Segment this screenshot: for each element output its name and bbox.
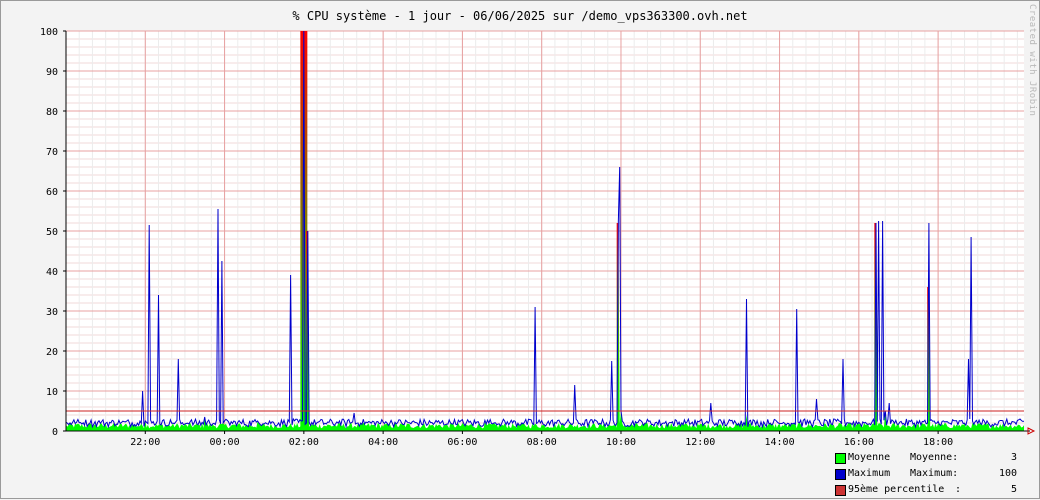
legend-item-percentile: 95ème percentile : 5 xyxy=(835,484,1025,500)
cpu-chart: 0 10 20 30 40 50 60 70 80 90 100 22:00 00:00 02:00 04… xyxy=(40,27,1036,448)
y-tick-label: 90 xyxy=(46,67,58,78)
y-tick-labels: 0 10 20 30 40 50 60 70 80 90 100 xyxy=(40,27,66,438)
legend-value: 5 xyxy=(1010,484,1017,495)
legend-swatch-percentile xyxy=(835,485,846,496)
legend: Moyenne Moyenne: 3 Maximum Maximum: 100 … xyxy=(835,452,1025,500)
y-tick-label: 0 xyxy=(52,427,58,438)
legend-name: 95ème percentile xyxy=(848,484,945,495)
legend-name: Maximum xyxy=(848,468,891,479)
y-tick-label: 60 xyxy=(46,187,58,198)
y-tick-label: 10 xyxy=(46,387,58,398)
legend-item-average: Moyenne Moyenne: 3 xyxy=(835,452,1025,468)
legend-label: Maximum: xyxy=(910,468,959,479)
legend-value: 3 xyxy=(1010,452,1017,463)
legend-swatch-maximum xyxy=(835,469,846,480)
legend-item-maximum: Maximum Maximum: 100 xyxy=(835,468,1025,484)
x-tick-label: 22:00 xyxy=(130,437,160,448)
y-tick-label: 70 xyxy=(46,147,58,158)
x-tick-label: 10:00 xyxy=(606,437,636,448)
x-tick-label: 18:00 xyxy=(923,437,953,448)
legend-colon: : xyxy=(955,484,962,495)
legend-label: Moyenne: xyxy=(910,452,959,463)
legend-value: 100 xyxy=(998,468,1017,479)
x-tick-label: 08:00 xyxy=(527,437,557,448)
legend-swatch-average xyxy=(835,453,846,464)
y-tick-label: 80 xyxy=(46,107,58,118)
x-tick-label: 04:00 xyxy=(368,437,398,448)
legend-name: Moyenne xyxy=(848,452,891,463)
y-tick-label: 100 xyxy=(40,27,58,38)
y-tick-label: 50 xyxy=(46,227,58,238)
y-tick-label: 30 xyxy=(46,307,58,318)
x-tick-label: 12:00 xyxy=(685,437,715,448)
x-tick-labels: 22:00 00:00 02:00 04:00 06:00 08:00 10:00 12:00… xyxy=(130,431,953,448)
x-tick-label: 00:00 xyxy=(210,437,240,448)
x-tick-label: 14:00 xyxy=(764,437,794,448)
y-tick-label: 20 xyxy=(46,347,58,358)
x-tick-label: 02:00 xyxy=(289,437,319,448)
y-tick-label: 40 xyxy=(46,267,58,278)
x-tick-label: 16:00 xyxy=(844,437,874,448)
x-tick-label: 06:00 xyxy=(447,437,477,448)
